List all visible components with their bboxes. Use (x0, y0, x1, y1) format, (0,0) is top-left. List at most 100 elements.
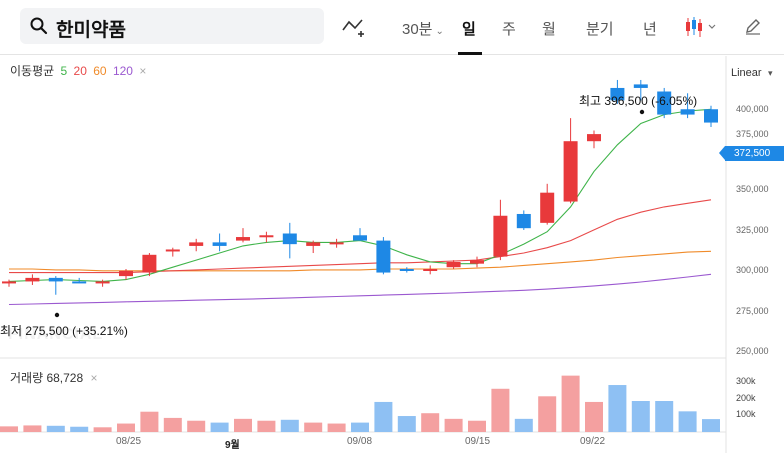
ma120-line (8, 273, 712, 306)
candle-body (516, 213, 531, 229)
y-tick-label: 375,000 (736, 129, 769, 139)
volume-bar (538, 396, 557, 432)
active-tab-indicator (458, 52, 482, 55)
volume-bar (702, 419, 720, 432)
volume-tick-label: 100k (736, 409, 756, 419)
pencil-icon[interactable] (744, 17, 762, 35)
chart-type-dropdown[interactable] (684, 16, 720, 43)
candle (306, 240, 321, 254)
candle (587, 130, 601, 149)
volume-bar (93, 427, 112, 432)
y-tick-label: 325,000 (736, 225, 769, 235)
volume-bar (585, 401, 603, 432)
candlestick-icon (686, 17, 716, 37)
candle (236, 228, 250, 243)
low-price-annotation: 최저 275,500 (+35.21%) (0, 324, 128, 338)
candle-body (306, 242, 321, 246)
tab-day[interactable]: 일 (462, 18, 476, 39)
volume-bar (468, 420, 486, 432)
candle-body (95, 281, 110, 284)
candle (259, 231, 274, 243)
volume-bar (234, 418, 252, 432)
candle-body (540, 192, 555, 223)
candle (376, 237, 391, 275)
volume-bar (514, 418, 533, 432)
ma5-line (8, 108, 712, 282)
candle-body (48, 277, 63, 282)
volume-bar (117, 423, 135, 432)
tab-year[interactable]: 년 (643, 18, 657, 39)
current-price-tag: 372,500 (719, 146, 784, 161)
candle-body (212, 242, 227, 246)
candle (282, 222, 297, 259)
candle-body (165, 249, 180, 252)
y-tick-label: 350,000 (736, 184, 769, 194)
candle (493, 199, 508, 261)
candle (25, 274, 40, 285)
volume-bar (140, 411, 159, 432)
tab-month[interactable]: 월 (542, 18, 556, 39)
x-tick-label: 09/15 (465, 436, 491, 447)
chart-toolbar: 한미약품 30분 ⌄ 일 주 월 분기 년 (0, 0, 784, 55)
x-tick-label: 08/25 (116, 436, 142, 447)
volume-bar (46, 425, 65, 432)
volume-bar (70, 426, 89, 432)
volume-bar (327, 423, 346, 432)
price-chart[interactable] (0, 56, 784, 453)
interval-dropdown[interactable]: 30분 ⌄ (402, 18, 444, 39)
candle-body (587, 134, 601, 142)
candle-body (259, 235, 274, 238)
candle-body (399, 269, 414, 271)
candle (329, 238, 344, 248)
candle-body (25, 277, 40, 282)
volume-bar (187, 420, 206, 432)
candle (212, 233, 227, 252)
search-input-value[interactable]: 한미약품 (56, 15, 126, 42)
candle-body (423, 269, 438, 271)
candle-body (236, 237, 250, 241)
volume-tick-label: 200k (736, 393, 756, 403)
candle-body (704, 109, 718, 123)
volume-bar (655, 401, 674, 432)
volume-bar (678, 411, 697, 432)
volume-bar (210, 422, 229, 432)
candle-body (563, 141, 578, 202)
candle (165, 247, 180, 257)
candle-body (633, 84, 648, 88)
volume-bar (397, 416, 416, 432)
compare-line-icon[interactable] (342, 16, 368, 38)
candle-body (72, 281, 87, 284)
candle-body (329, 242, 344, 245)
high-price-annotation: 최고 396,500 (-6.05%) (579, 94, 698, 108)
candle-body (446, 261, 461, 268)
volume-legend[interactable]: 거래량 68,728 × (10, 369, 98, 386)
candle (48, 276, 63, 295)
candle (540, 183, 555, 225)
candle-body (119, 270, 133, 277)
candle (189, 238, 204, 252)
volume-bar (608, 385, 627, 432)
x-tick-label: 09/08 (347, 436, 373, 447)
x-tick-label: 09/22 (580, 436, 606, 447)
candle-body (493, 215, 508, 257)
search-icon (30, 17, 48, 35)
tab-week[interactable]: 주 (502, 18, 516, 39)
candle-body (680, 109, 695, 115)
candle-body (2, 281, 16, 284)
candle-body (353, 235, 367, 241)
candle-body (376, 240, 391, 273)
candle (563, 118, 578, 204)
stock-search-box[interactable]: 한미약품 (20, 8, 324, 44)
chevron-down-icon: ⌄ (435, 26, 444, 37)
volume-legend-label: 거래량 68,728 (10, 371, 84, 385)
candle (353, 228, 367, 241)
candle (470, 256, 484, 268)
candle (704, 105, 718, 127)
volume-bar (491, 388, 510, 432)
close-icon[interactable]: × (91, 371, 98, 385)
tab-quarter[interactable]: 분기 (586, 18, 614, 39)
interval-label: 30분 (402, 21, 433, 38)
high-marker (639, 109, 645, 115)
low-marker (54, 312, 60, 318)
candle-body (470, 260, 484, 264)
